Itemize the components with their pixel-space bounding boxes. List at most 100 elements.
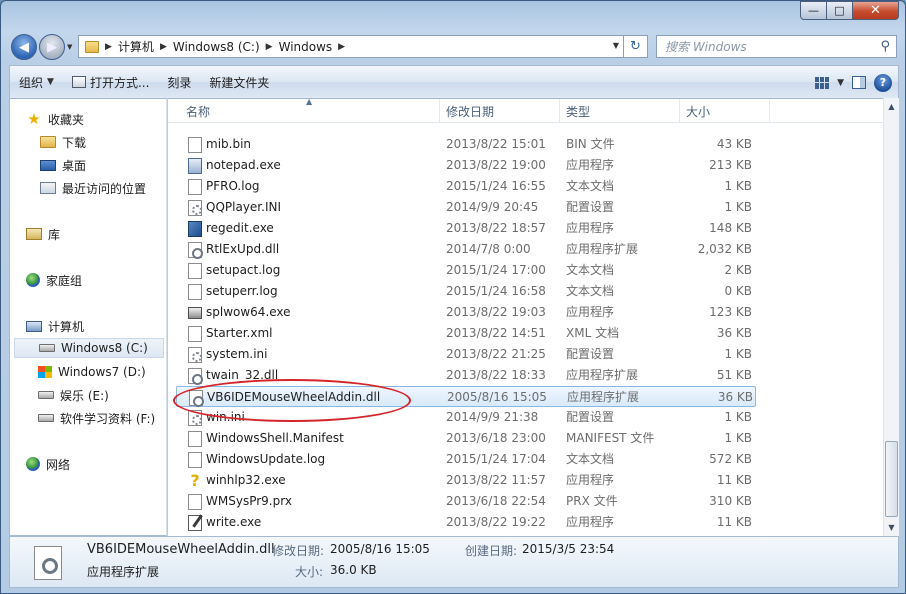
close-button[interactable]: ✕ [853,1,899,20]
file-row[interactable]: ? winhlp32.exe 2013/8/22 11:57 应用程序 11 KB [176,470,756,491]
file-row[interactable]: RtlExUpd.dll 2014/7/8 0:00 应用程序扩展 2,032 KB [176,239,756,260]
xml-file-icon [188,326,202,342]
library-icon [26,228,42,240]
details-filetype: 应用程序扩展 [87,565,160,579]
search-input[interactable]: 搜索 Windows ⚲ [656,35,897,58]
minimize-icon: — [808,4,819,17]
file-date: 2015/1/24 17:04 [446,452,546,466]
column-name[interactable]: 名称 [180,99,440,123]
file-row[interactable]: regedit.exe 2013/8/22 18:57 应用程序 148 KB [176,218,756,239]
chevron-right-icon[interactable]: ▶ [105,42,112,52]
file-date: 2013/6/18 22:54 [446,494,546,508]
file-row[interactable]: mib.bin 2013/8/22 15:01 BIN 文件 43 KB [176,134,756,155]
vertical-scrollbar[interactable]: ▲ ▼ [883,98,899,536]
breadcrumb-windows[interactable]: Windows ▶ [279,40,346,54]
file-type: 文本文档 [566,179,615,193]
details-created-value: 2015/3/5 23:54 [522,542,615,556]
file-type: 文本文档 [566,263,615,277]
details-pane: VB6IDEMouseWheelAddin.dll 应用程序扩展 修改日期: 2… [9,536,899,588]
file-list: ▲ 名称 修改日期 类型 大小 mib.bin 2013/8/22 15:01 BI… [168,98,883,536]
recent-pages-dropdown[interactable]: ▼ [67,43,72,51]
help-icon[interactable]: ? [874,73,892,92]
file-date: 2015/1/24 16:58 [446,284,546,298]
file-row[interactable]: system.ini 2013/8/22 21:25 配置设置 1 KB [176,344,756,365]
nav-homegroup[interactable]: 家庭组 [26,270,82,290]
chevron-right-icon[interactable]: ▶ [160,42,167,52]
search-icon[interactable]: ⚲ [880,39,890,54]
nav-desktop[interactable]: 桌面 [40,155,86,175]
file-row[interactable]: WindowsUpdate.log 2015/1/24 17:04 文本文档 572 … [176,449,756,470]
chevron-right-icon[interactable]: ▶ [338,42,345,52]
file-type: XML 文档 [566,326,620,340]
caption-buttons: — □ ✕ [800,1,899,20]
file-name: notepad.exe [206,158,281,172]
command-bar: 组织 ▼ 打开方式... 刻录 新建文件夹 ▼ ? [9,65,899,98]
config-file-icon [188,200,202,216]
scroll-thumb[interactable] [885,441,898,517]
change-view-icon[interactable] [815,76,830,89]
file-row[interactable]: splwow64.exe 2013/8/22 19:03 应用程序 123 KB [176,302,756,323]
nav-drive-c[interactable]: Windows8 (C:) [14,338,164,358]
nav-downloads[interactable]: 下载 [40,132,86,152]
column-size[interactable]: 大小 [680,99,770,123]
nav-computer[interactable]: 计算机 [26,316,84,336]
file-row[interactable]: PFRO.log 2015/1/24 16:55 文本文档 1 KB [176,176,756,197]
forward-button[interactable]: ▶ [39,34,65,60]
back-arrow-icon: ◀ [19,39,29,55]
recent-places-icon [40,182,56,194]
wordpad-icon [188,515,202,531]
nav-recent-places[interactable]: 最近访问的位置 [40,178,146,198]
file-row[interactable]: write.exe 2013/8/22 19:22 应用程序 11 KB [176,512,756,533]
address-dropdown-icon[interactable]: ▼ [613,41,619,50]
file-name: QQPlayer.INI [206,200,281,214]
nav-libraries[interactable]: 库 [26,224,60,244]
refresh-button[interactable]: ↻ [624,35,648,58]
nav-label: 软件学习资料 (F:) [60,411,156,426]
file-type: 配置设置 [566,410,615,424]
open-with-icon [71,76,86,88]
view-options-chevron-icon[interactable]: ▼ [837,78,844,88]
file-row[interactable]: WMSysPr9.prx 2013/6/18 22:54 PRX 文件 310 KB [176,491,756,512]
breadcrumb-drive-c[interactable]: Windows8 (C:) ▶ [173,40,273,54]
file-row[interactable]: QQPlayer.INI 2014/9/9 20:45 配置设置 1 KB [176,197,756,218]
details-size-label: 大小: [295,565,324,579]
new-folder-button[interactable]: 新建文件夹 [200,66,278,99]
nav-drive-e[interactable]: 娱乐 (E:) [38,385,109,405]
desktop-icon [40,159,56,171]
column-type[interactable]: 类型 [560,99,680,123]
maximize-button[interactable]: □ [827,1,853,20]
text-file-icon [188,494,202,510]
scroll-down-icon[interactable]: ▼ [884,519,899,536]
nav-drive-d[interactable]: Windows7 (D:) [38,362,146,382]
file-size: 123 KB [709,305,752,319]
nav-drive-f[interactable]: 软件学习资料 (F:) [38,408,155,428]
breadcrumb-computer[interactable]: 计算机 ▶ [118,38,167,55]
nav-label: 计算机 [48,319,85,334]
preview-pane-icon[interactable] [852,76,866,89]
file-row[interactable]: setupact.log 2015/1/24 17:00 文本文档 2 KB [176,260,756,281]
chevron-right-icon[interactable]: ▶ [266,42,273,52]
text-file-icon [188,431,202,447]
file-row[interactable]: setuperr.log 2015/1/24 16:58 文本文档 0 KB [176,281,756,302]
nav-favorites[interactable]: ★ 收藏夹 [26,109,84,129]
minimize-button[interactable]: — [800,1,827,20]
column-date[interactable]: 修改日期 [440,99,560,123]
file-row[interactable]: WindowsShell.Manifest 2013/6/18 23:00 MANI… [176,428,756,449]
file-type: 应用程序 [566,305,615,319]
open-with-button[interactable]: 打开方式... [63,66,158,99]
address-bar[interactable]: ▶ 计算机 ▶ Windows8 (C:) ▶ Windows ▶ ▼ [78,35,624,58]
scroll-up-icon[interactable]: ▲ [884,98,899,115]
file-type: 应用程序 [566,221,615,235]
file-row[interactable]: Starter.xml 2013/8/22 14:51 XML 文档 36 KB [176,323,756,344]
burn-button[interactable]: 刻录 [158,66,200,99]
organize-button[interactable]: 组织 ▼ [10,66,63,99]
back-button[interactable]: ◀ [11,34,37,60]
file-name: WMSysPr9.prx [206,494,292,508]
file-size: 2 KB [724,263,752,277]
file-type: 应用程序 [566,158,615,172]
file-row[interactable]: notepad.exe 2013/8/22 19:00 应用程序 213 KB [176,155,756,176]
details-size-value: 36.0 KB [330,563,377,577]
navigation-pane: ★ 收藏夹 下载 桌面 最近访问的位置 库 家庭组 计算机 Windows8 (C… [9,98,167,536]
nav-network[interactable]: 网络 [26,454,70,474]
file-type: 应用程序扩展 [566,368,639,382]
